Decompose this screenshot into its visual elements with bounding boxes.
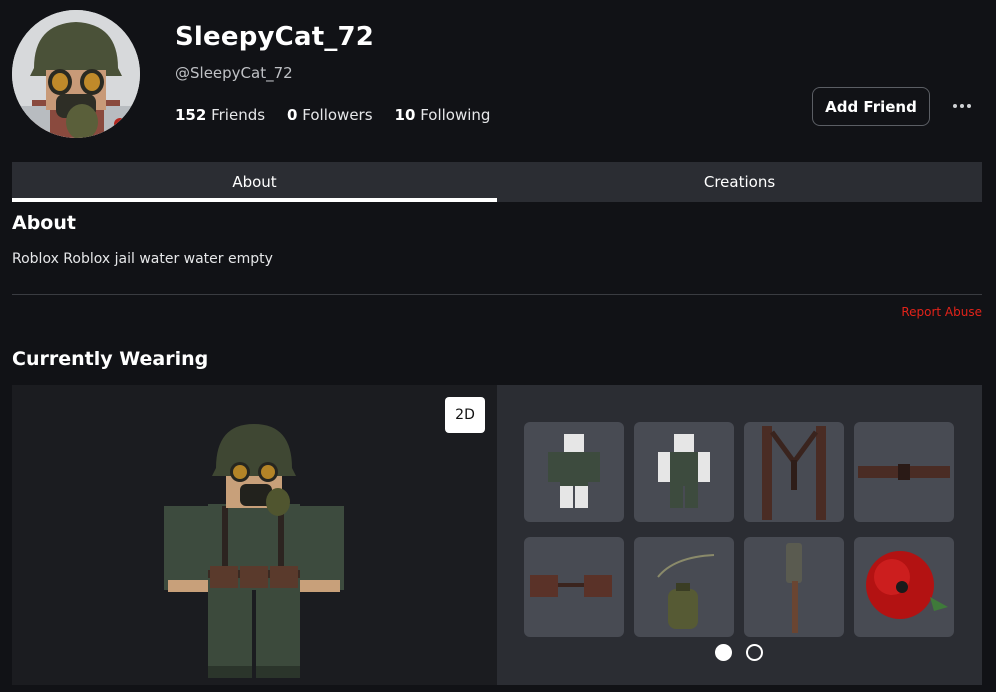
report-abuse-link[interactable]: Report Abuse xyxy=(901,305,982,319)
item-canteen[interactable] xyxy=(634,537,734,637)
tab-about[interactable]: About xyxy=(12,162,497,202)
about-heading: About xyxy=(12,212,76,234)
shovel-item-icon xyxy=(786,543,802,633)
followers-label: Followers xyxy=(302,106,373,124)
profile-stats: 152 Friends 0 Followers 10 Following xyxy=(175,106,490,124)
view-2d-button[interactable]: 2D xyxy=(445,397,485,433)
friends-stat[interactable]: 152 Friends xyxy=(175,106,265,124)
section-divider xyxy=(12,294,982,295)
pants-item-icon xyxy=(658,434,710,508)
followers-count: 0 xyxy=(287,106,298,124)
shirt-item-icon xyxy=(548,434,600,508)
following-label: Following xyxy=(420,106,491,124)
avatar-headshot-icon xyxy=(12,10,140,138)
item-belt[interactable] xyxy=(854,422,954,522)
about-description: Roblox Roblox jail water water empty xyxy=(12,251,273,267)
username-handle: @SleepyCat_72 xyxy=(175,64,293,82)
currently-wearing-heading: Currently Wearing xyxy=(12,348,209,370)
ellipsis-dot xyxy=(960,104,964,108)
item-pouches[interactable] xyxy=(524,537,624,637)
avatar-full-body xyxy=(160,420,350,680)
avatar[interactable] xyxy=(12,10,140,138)
item-pagination xyxy=(715,644,763,661)
following-stat[interactable]: 10 Following xyxy=(395,106,491,124)
display-name: SleepyCat_72 xyxy=(175,22,375,52)
ellipsis-dot xyxy=(967,104,971,108)
page-dot-2[interactable] xyxy=(746,644,763,661)
poppy-item-icon xyxy=(866,551,948,619)
add-friend-button[interactable]: Add Friend xyxy=(812,87,930,126)
friends-count: 152 xyxy=(175,106,207,124)
item-pants[interactable] xyxy=(634,422,734,522)
item-shovel[interactable] xyxy=(744,537,844,637)
pouches-item-icon xyxy=(530,575,612,597)
page-dot-1[interactable] xyxy=(715,644,732,661)
followers-stat[interactable]: 0 Followers xyxy=(287,106,372,124)
item-suspenders[interactable] xyxy=(744,422,844,522)
profile-tabs: About Creations xyxy=(12,162,982,202)
avatar-figure-icon xyxy=(164,424,344,678)
more-options-icon[interactable] xyxy=(946,94,978,118)
item-poppy[interactable] xyxy=(854,537,954,637)
suspenders-item-icon xyxy=(762,426,826,520)
friends-label: Friends xyxy=(211,106,266,124)
item-shirt[interactable] xyxy=(524,422,624,522)
canteen-item-icon xyxy=(657,554,715,629)
belt-item-icon xyxy=(858,464,950,480)
tab-creations[interactable]: Creations xyxy=(497,162,982,202)
following-count: 10 xyxy=(394,106,416,124)
ellipsis-dot xyxy=(953,104,957,108)
